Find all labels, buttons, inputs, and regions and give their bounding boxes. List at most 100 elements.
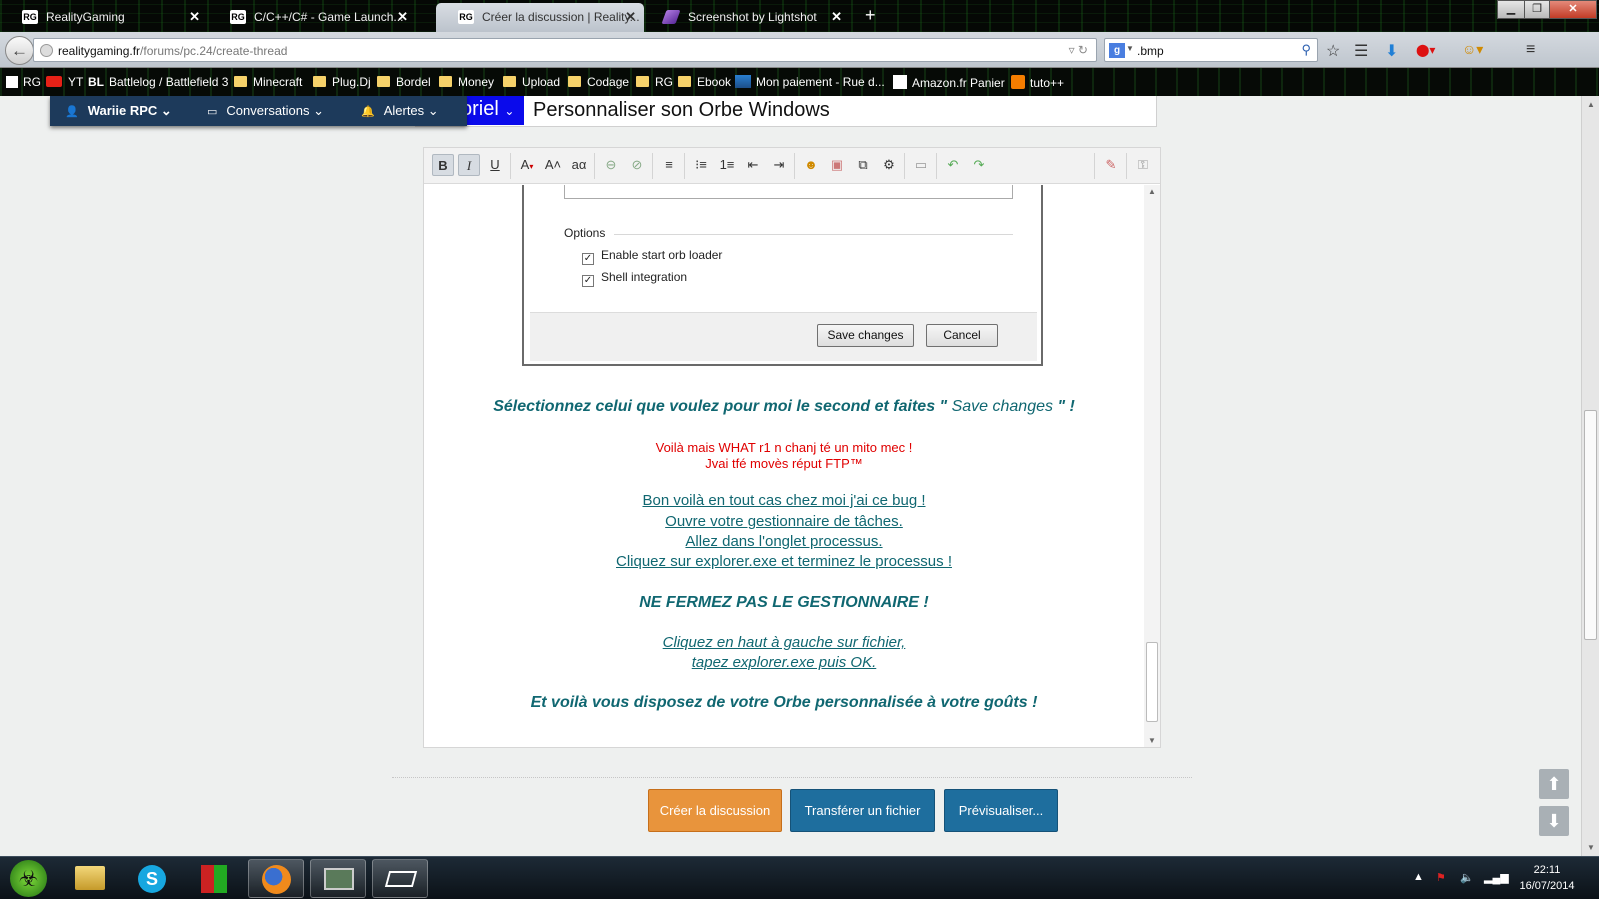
underline-button[interactable]: U (484, 154, 506, 176)
scroll-to-bottom-arrow-icon[interactable]: ⬇ (1539, 806, 1569, 836)
minimize-window-button[interactable]: ▁ (1497, 0, 1525, 19)
toolbar-divider (904, 153, 905, 179)
folder-icon (636, 76, 649, 87)
save-draft-icon[interactable]: ▭ (910, 154, 932, 176)
tab-game-launcher[interactable]: RG C/C++/C# - Game Launch... ✕ (208, 3, 416, 32)
bold-button[interactable]: B (432, 154, 454, 176)
bookmark-plugdj[interactable]: Plug.Dj (313, 75, 371, 89)
tab-close-icon[interactable]: ✕ (831, 9, 842, 25)
tab-close-icon[interactable]: ✕ (397, 9, 408, 25)
monitor-taskbar-button[interactable] (310, 859, 366, 898)
bookmark-amazon[interactable]: Amazon.fr Panier (893, 75, 1005, 90)
font-family-icon[interactable]: aα (568, 154, 590, 176)
address-bar[interactable]: realitygaming.fr/forums/pc.24/create-thr… (33, 38, 1097, 62)
bookmark-codage[interactable]: Codage (568, 75, 629, 89)
link-icon[interactable]: ⊖ (600, 154, 622, 176)
bookmark-paiement[interactable]: Mon paiement - Rue d... (735, 75, 885, 89)
bookmark-yt[interactable]: YT (46, 75, 83, 89)
scroll-down-arrow-icon[interactable]: ▼ (1148, 736, 1156, 745)
colored-boxes-icon (201, 865, 227, 893)
back-arrow-icon[interactable]: ← (5, 36, 34, 65)
outdent-icon[interactable]: ⇤ (742, 154, 764, 176)
editor-scrollbar[interactable]: ▲ ▼ (1144, 185, 1160, 747)
remove-format-eraser-icon[interactable]: ✎ (1100, 154, 1122, 176)
bookmark-ebook[interactable]: Ebook (678, 75, 731, 89)
explorer-taskbar-button[interactable] (62, 859, 118, 898)
alerts-menu[interactable]: 🔔 Alertes ⌄ (361, 103, 439, 119)
reload-icon[interactable]: ▿ ↻ (1069, 43, 1088, 57)
search-magnifier-icon[interactable]: ⚲ (1301, 42, 1311, 58)
new-tab-plus-icon[interactable]: + (865, 5, 876, 26)
message-editor[interactable]: B I U A▾ A˄ aα ⊖ ⊘ ≡ ⁝≡ 1≡ ⇤ ⇥ ☻ ▣ ⧉ ⚙ ▭… (423, 147, 1161, 748)
bookmark-star-icon[interactable]: ☆ (1326, 41, 1340, 61)
engine-dropdown-icon[interactable]: ▼ (1126, 44, 1134, 53)
instruction-end: " ! (1057, 398, 1075, 415)
search-input[interactable]: g ▼ .bmp ⚲ (1104, 38, 1318, 62)
network-signal-icon[interactable]: ▂▄▆ (1484, 871, 1509, 884)
tray-expand-arrow-icon[interactable]: ▲ (1413, 871, 1424, 883)
bookmark-minecraft[interactable]: Minecraft (234, 75, 302, 89)
bookmark-rg[interactable]: RG (6, 75, 41, 89)
indent-icon[interactable]: ⇥ (768, 154, 790, 176)
numbered-list-icon[interactable]: 1≡ (716, 154, 738, 176)
font-size-icon[interactable]: A˄ (542, 154, 564, 176)
bookmark-rg-folder[interactable]: RG (636, 75, 673, 89)
editor-scroll-thumb[interactable] (1146, 642, 1158, 722)
tab-lightshot[interactable]: Screenshot by Lightshot ✕ (642, 3, 850, 32)
page-scroll-thumb[interactable] (1584, 410, 1597, 640)
unlink-icon[interactable]: ⊘ (626, 154, 648, 176)
smilies-icon[interactable]: ☻ (800, 154, 822, 176)
font-color-icon[interactable]: A▾ (516, 154, 538, 176)
volume-speaker-icon[interactable]: 🔈 (1460, 871, 1474, 884)
media-icon[interactable]: ⧉ (852, 154, 874, 176)
upload-file-button[interactable]: Transférer un fichier (790, 789, 935, 832)
instruction-save-label: Save changes (951, 398, 1053, 415)
start-orb-biohazard-icon[interactable]: ☣ (10, 860, 47, 897)
embedded-screenshot: Options ✓ Enable start orb loader ✓ Shell … (522, 185, 1043, 366)
bookmark-battlelog[interactable]: BL Battlelog / Battlefield 3 (88, 75, 228, 89)
greasemonkey-icon[interactable]: ☺▾ (1462, 41, 1483, 58)
scroll-up-arrow-icon[interactable]: ▲ (1587, 100, 1595, 109)
bookmark-upload[interactable]: Upload (503, 75, 560, 89)
create-thread-button[interactable]: Créer la discussion (648, 789, 782, 832)
action-center-flag-icon[interactable]: ⚑ (1436, 871, 1446, 884)
image-icon[interactable]: ▣ (826, 154, 848, 176)
google-engine-icon[interactable]: g (1109, 43, 1125, 58)
maximize-window-button[interactable]: ❐ (1524, 0, 1550, 19)
tab-close-icon[interactable]: ✕ (625, 9, 636, 25)
bookmark-bordel[interactable]: Bordel (377, 75, 431, 89)
tab-create-thread[interactable]: RG Créer la discussion | Reality... ✕ (436, 3, 644, 32)
bookmark-tuto[interactable]: tuto++ (1011, 75, 1064, 90)
adblock-icon[interactable]: ⬤▾ (1416, 43, 1435, 57)
system-clock[interactable]: 22:11 16/07/2014 (1512, 862, 1582, 894)
options-header: Options (564, 226, 606, 240)
conversations-menu[interactable]: ▭ Conversations ⌄ (207, 103, 324, 119)
bookmark-money[interactable]: Money (439, 75, 494, 89)
skype-taskbar-button[interactable]: S (124, 859, 180, 898)
user-bar: 👤 Wariie RPC ⌄ ▭ Conversations ⌄ 🔔 Alertes … (50, 96, 467, 126)
user-menu[interactable]: 👤 Wariie RPC ⌄ (65, 103, 172, 119)
tab-realitygaming[interactable]: RG RealityGaming ✕ (0, 3, 208, 32)
firefox-taskbar-button[interactable] (248, 859, 304, 898)
tab-close-icon[interactable]: ✕ (189, 9, 200, 25)
close-window-button[interactable]: ✕ (1549, 0, 1597, 19)
scroll-to-top-arrow-icon[interactable]: ⬆ (1539, 769, 1569, 799)
folder-icon (503, 76, 516, 87)
undo-icon[interactable]: ↶ (942, 154, 964, 176)
app-taskbar-button[interactable] (372, 859, 428, 898)
align-left-icon[interactable]: ≡ (658, 154, 680, 176)
bookmarks-list-icon[interactable]: ☰ (1354, 41, 1368, 61)
italic-button[interactable]: I (458, 154, 480, 176)
menu-hamburger-icon[interactable]: ≡ (1526, 41, 1535, 59)
preview-button[interactable]: Prévisualiser... (944, 789, 1058, 832)
redo-icon[interactable]: ↷ (968, 154, 990, 176)
bbcode-toggle-icon[interactable]: ⚿ (1132, 154, 1154, 176)
scroll-down-arrow-icon[interactable]: ▼ (1587, 843, 1595, 852)
scroll-up-arrow-icon[interactable]: ▲ (1148, 187, 1156, 196)
gear-icon[interactable]: ⚙ (878, 154, 900, 176)
winrar-taskbar-button[interactable] (186, 859, 242, 898)
downloads-arrow-icon[interactable]: ⬇ (1385, 41, 1398, 61)
page-scrollbar[interactable]: ▲ ▼ (1581, 96, 1599, 856)
editor-content[interactable]: Options ✓ Enable start orb loader ✓ Shell … (424, 185, 1144, 747)
bullet-list-icon[interactable]: ⁝≡ (690, 154, 712, 176)
